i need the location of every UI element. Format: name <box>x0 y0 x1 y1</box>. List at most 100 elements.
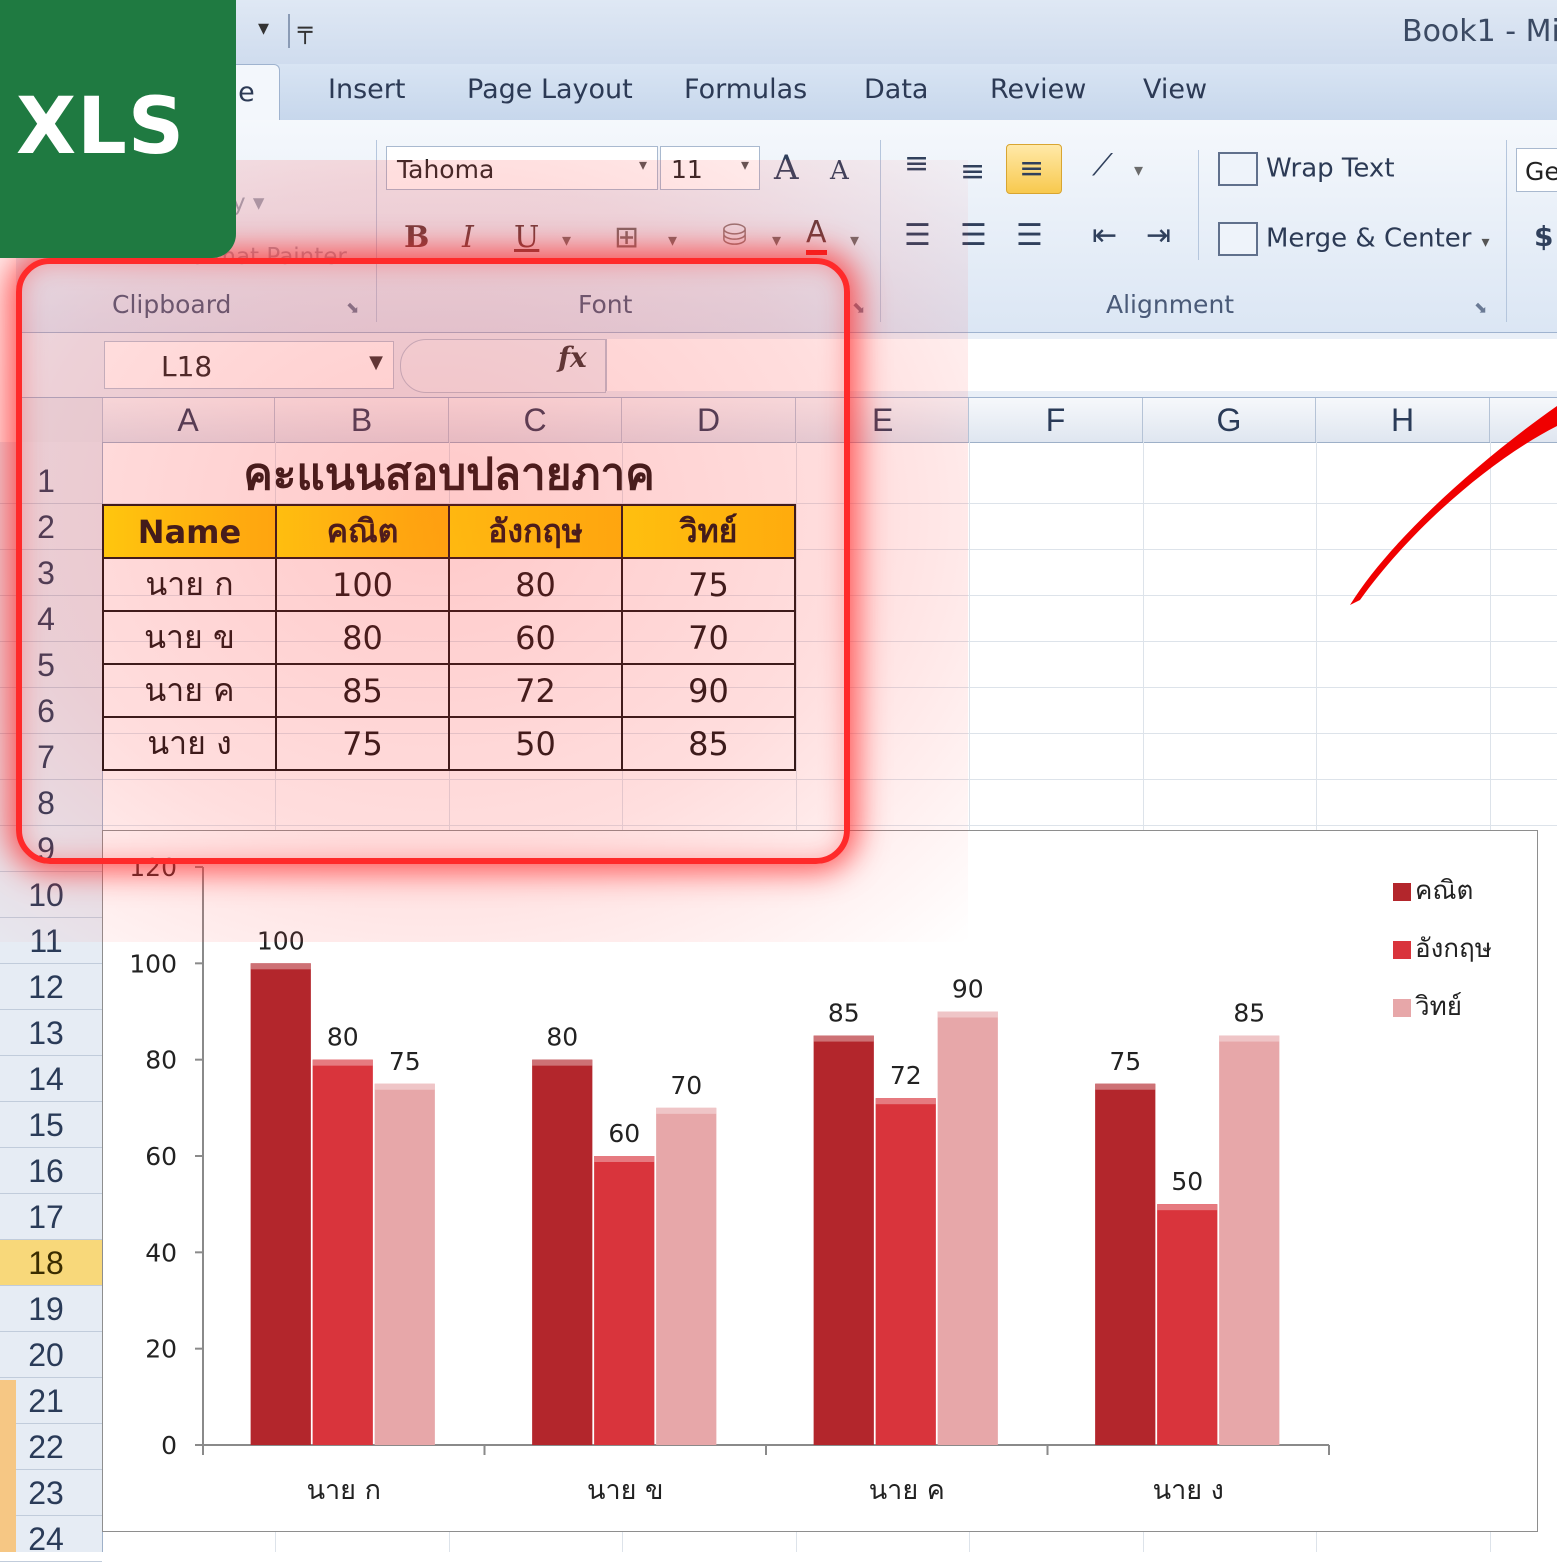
table-cell[interactable]: 80 <box>448 557 623 612</box>
align-right-icon[interactable]: ☰ <box>1016 218 1043 253</box>
font-launcher-icon[interactable]: ⬊ <box>852 298 865 317</box>
orientation-icon[interactable]: ⟋ <box>1092 148 1113 183</box>
number-format-combobox[interactable]: Ge <box>1516 148 1557 192</box>
table-cell[interactable]: 90 <box>621 663 796 718</box>
chevron-down-icon[interactable]: ▾ <box>639 155 647 174</box>
row-header[interactable]: 12 <box>0 964 102 1010</box>
font-name-combobox[interactable]: Tahoma ▾ <box>386 146 658 190</box>
increase-indent-icon[interactable]: ⇥ <box>1146 218 1171 253</box>
header-cell-math[interactable]: คณิต <box>275 504 450 559</box>
copy-button[interactable]: y ▾ <box>232 190 264 216</box>
row-header[interactable]: 8 <box>0 780 102 826</box>
table-cell[interactable]: 60 <box>448 610 623 665</box>
row-header[interactable]: 10 <box>0 872 102 918</box>
header-cell-english[interactable]: อังกฤษ <box>448 504 623 559</box>
table-cell[interactable]: 50 <box>448 716 623 771</box>
underline-button[interactable]: U <box>514 220 539 255</box>
row-header-selected[interactable]: 18 <box>0 1240 102 1286</box>
row-header[interactable]: 11 <box>0 918 102 964</box>
table-cell[interactable]: 85 <box>275 663 450 718</box>
row-header[interactable]: 3 <box>0 550 102 596</box>
decrease-indent-icon[interactable]: ⇤ <box>1092 218 1117 253</box>
tab-formulas[interactable]: Formulas <box>684 74 807 105</box>
font-color-button[interactable]: A <box>806 216 827 255</box>
tab-insert[interactable]: Insert <box>328 74 405 105</box>
chevron-down-icon[interactable]: ▾ <box>741 155 749 174</box>
row-header[interactable]: 13 <box>0 1010 102 1056</box>
table-cell[interactable]: นาย ค <box>102 663 277 718</box>
sheet-title-cell[interactable]: คะแนนสอบปลายภาค <box>104 448 794 502</box>
table-cell[interactable]: นาย ง <box>102 716 277 771</box>
formula-input[interactable] <box>606 339 1557 391</box>
column-header-a[interactable]: A <box>102 398 275 442</box>
bottom-align-button[interactable]: ≡ <box>1006 144 1062 194</box>
qat-customize-icon[interactable]: ╤ <box>298 16 312 44</box>
row-header[interactable]: 5 <box>0 642 102 688</box>
fill-color-icon[interactable]: ⛁ <box>722 218 747 253</box>
table-cell[interactable]: นาย ข <box>102 610 277 665</box>
chevron-down-icon[interactable]: ▾ <box>1481 232 1489 251</box>
insert-function-icon[interactable]: fx <box>558 341 587 374</box>
chevron-down-icon[interactable]: ▾ <box>562 230 571 251</box>
column-header-e[interactable]: E <box>796 398 969 442</box>
tab-review[interactable]: Review <box>990 74 1086 105</box>
name-box[interactable]: L18 ▼ <box>104 341 394 389</box>
row-header[interactable]: 14 <box>0 1056 102 1102</box>
header-cell-science[interactable]: วิทย์ <box>621 504 796 559</box>
row-header[interactable]: 19 <box>0 1286 102 1332</box>
qat-dropdown-icon[interactable]: ▾ <box>258 16 269 41</box>
font-size-combobox[interactable]: 11 ▾ <box>660 146 760 190</box>
currency-button[interactable]: $ <box>1534 220 1553 253</box>
table-cell[interactable]: นาย ก <box>102 557 277 612</box>
font-group-label: Font <box>578 290 633 319</box>
row-header[interactable]: 2 <box>0 504 102 550</box>
chevron-down-icon[interactable]: ▾ <box>772 230 781 251</box>
table-cell[interactable]: 70 <box>621 610 796 665</box>
italic-button[interactable]: I <box>462 220 474 255</box>
tab-page-layout[interactable]: Page Layout <box>467 74 633 105</box>
row-header[interactable]: 1 <box>0 458 102 504</box>
row-header[interactable]: 9 <box>0 826 102 872</box>
column-header-g[interactable]: G <box>1143 398 1316 442</box>
table-cell[interactable]: 100 <box>275 557 450 612</box>
bar-shade <box>594 1156 655 1445</box>
column-header-c[interactable]: C <box>449 398 622 442</box>
bold-button[interactable]: B <box>404 220 429 255</box>
qat-separator <box>288 14 290 48</box>
borders-icon[interactable]: ⊞ <box>614 220 639 255</box>
clipboard-launcher-icon[interactable]: ⬊ <box>346 298 359 317</box>
tab-view[interactable]: View <box>1143 74 1207 105</box>
align-center-icon[interactable]: ☰ <box>960 218 987 253</box>
row-header[interactable]: 16 <box>0 1148 102 1194</box>
merge-center-button[interactable]: Merge & Center ▾ <box>1218 222 1490 256</box>
column-header-f[interactable]: F <box>969 398 1143 442</box>
row-header[interactable]: 15 <box>0 1102 102 1148</box>
row-header[interactable]: 7 <box>0 734 102 780</box>
bar-top-highlight <box>813 1035 874 1042</box>
grow-font-button[interactable]: A <box>774 148 799 188</box>
bar-chart[interactable]: 0 20 40 60 80 100 120 100 80 75 นาย ก 80 60 70 นาย ข 85… <box>102 830 1538 1532</box>
tab-data[interactable]: Data <box>864 74 928 105</box>
row-header[interactable]: 6 <box>0 688 102 734</box>
chevron-down-icon[interactable]: ▼ <box>369 352 383 373</box>
header-cell-name[interactable]: Name <box>102 504 277 559</box>
row-header[interactable]: 17 <box>0 1194 102 1240</box>
chevron-down-icon[interactable]: ▾ <box>668 230 677 251</box>
row-header[interactable]: 20 <box>0 1332 102 1378</box>
wrap-text-button[interactable]: Wrap Text <box>1218 152 1395 186</box>
column-header-d[interactable]: D <box>622 398 796 442</box>
top-align-icon[interactable]: ≡ <box>904 146 929 181</box>
middle-align-icon[interactable]: ≡ <box>960 154 985 189</box>
column-header-b[interactable]: B <box>275 398 449 442</box>
table-cell[interactable]: 75 <box>275 716 450 771</box>
shrink-font-button[interactable]: A <box>830 156 849 186</box>
table-cell[interactable]: 72 <box>448 663 623 718</box>
chevron-down-icon[interactable]: ▾ <box>850 230 859 251</box>
table-cell[interactable]: 80 <box>275 610 450 665</box>
align-left-icon[interactable]: ☰ <box>904 218 931 253</box>
chevron-down-icon[interactable]: ▾ <box>1134 160 1143 181</box>
table-cell[interactable]: 85 <box>621 716 796 771</box>
table-cell[interactable]: 75 <box>621 557 796 612</box>
row-header[interactable]: 4 <box>0 596 102 642</box>
alignment-launcher-icon[interactable]: ⬊ <box>1474 298 1487 317</box>
